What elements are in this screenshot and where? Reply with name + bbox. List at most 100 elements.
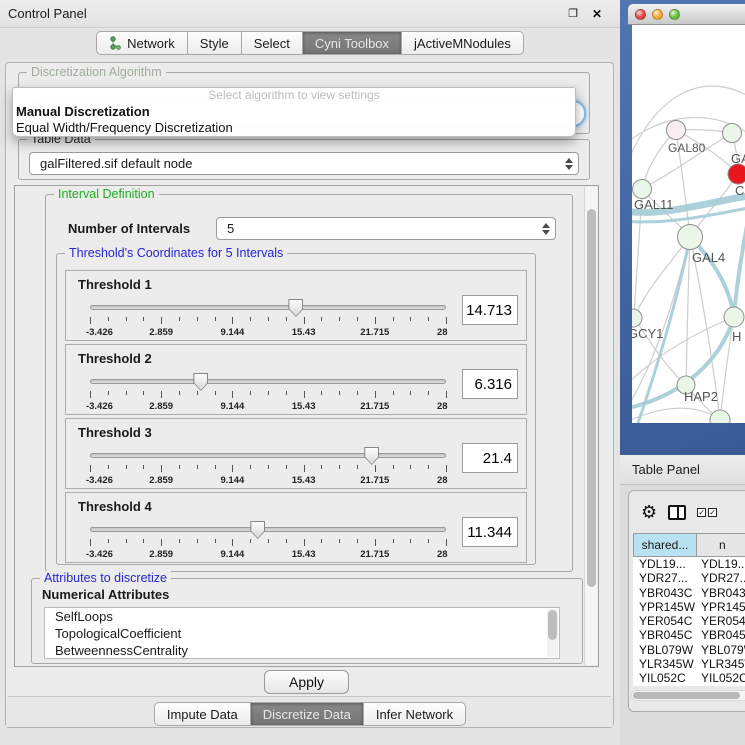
slider-tick [375,317,376,324]
threshold-4-value-field[interactable] [462,517,518,547]
threshold-1-slider[interactable]: -3.4262.8599.14415.4321.71528 [90,297,446,339]
tab-network[interactable]: Network [96,31,188,55]
slider-tick [286,539,287,543]
cell-name[interactable]: YER054C [697,614,745,628]
tab-jactivemnodules[interactable]: jActiveMNodules [402,31,524,55]
cell-shared-name[interactable]: YIL052C [633,671,697,685]
table-row[interactable]: YDR27...YDR27... [633,571,745,585]
network-edge[interactable] [690,237,734,317]
list-item[interactable]: BetweennessCentrality [45,642,559,659]
threshold-3-slider[interactable]: -3.4262.8599.14415.4321.71528 [90,445,446,487]
number-of-intervals-combobox[interactable]: 5 [216,217,556,240]
cell-shared-name[interactable]: YPR145W [633,600,697,614]
close-icon[interactable]: ✕ [590,7,604,21]
column-header-shared-name[interactable]: shared... [633,533,697,557]
threshold-4-slider[interactable]: -3.4262.8599.14415.4321.71528 [90,519,446,561]
close-traffic-light-icon[interactable] [635,9,646,20]
tab-infer-network-label: Infer Network [376,707,453,722]
cell-name[interactable]: YPR145W [697,600,745,614]
cell-name[interactable]: YBR045C [697,628,745,642]
tab-discretize-data[interactable]: Discretize Data [251,702,364,726]
slider-tick [428,465,429,469]
table-row[interactable]: YPR145WYPR145W [633,600,745,614]
apply-button[interactable]: Apply [264,670,349,694]
scrollbar-thumb[interactable] [587,209,596,587]
network-node[interactable] [724,307,744,327]
cell-shared-name[interactable]: YBR045C [633,628,697,642]
cell-shared-name[interactable]: YLR345W [633,657,697,671]
column-header-name[interactable]: n [697,533,745,557]
scrollbar-thumb[interactable] [633,692,740,699]
network-edge[interactable] [632,408,720,423]
network-node[interactable] [667,121,686,140]
cell-shared-name[interactable]: YBR043C [633,586,697,600]
cell-name[interactable]: YLR345W [697,657,745,671]
network-node[interactable] [632,309,642,327]
table-data-combobox[interactable]: galFiltered.sif default node [29,152,579,175]
columns-icon[interactable] [668,505,686,520]
cell-name[interactable]: YBR043C [697,586,745,600]
zoom-traffic-light-icon[interactable] [669,9,680,20]
threshold-3-value-field[interactable] [462,443,518,473]
cell-shared-name[interactable]: YDR27... [633,571,697,585]
cell-name[interactable]: YIL052C [697,671,745,685]
algorithm-option-equal-width[interactable]: Equal Width/Frequency Discretization [13,120,575,136]
tab-infer-network[interactable]: Infer Network [364,702,466,726]
cell-name[interactable]: YDL19... [697,557,745,571]
gear-icon[interactable]: ⚙ [641,503,657,521]
table-horizontal-scrollbar[interactable] [631,690,745,701]
slider-tick [428,317,429,321]
threshold-2-value-field[interactable] [462,369,518,399]
numerical-attributes-label: Numerical Attributes [42,587,169,602]
network-node[interactable] [710,410,730,423]
slider-thumb[interactable] [193,373,208,391]
slider-thumb[interactable] [288,299,303,317]
threshold-1-value-field[interactable] [462,295,518,325]
float-window-icon[interactable]: ❐ [566,7,580,21]
minimize-traffic-light-icon[interactable] [652,9,663,20]
cell-shared-name[interactable]: YDL19... [633,557,697,571]
list-item[interactable]: TopologicalCoefficient [45,625,559,642]
stepper-arrows-icon [560,158,578,170]
table-row[interactable]: YBR043CYBR043C [633,586,745,600]
network-node[interactable] [633,180,652,199]
slider-thumb[interactable] [364,447,379,465]
network-canvas[interactable]: GAL80GAL11GAL4GCY1HAP2GACH [632,25,745,423]
tab-select[interactable]: Select [242,31,303,55]
table-row[interactable]: YDL19...YDL19... [633,557,745,571]
slider-tick [232,539,233,546]
algorithm-option-manual[interactable]: Manual Discretization [13,104,575,120]
network-node[interactable] [678,225,703,250]
select-columns-icon[interactable]: ✓ ✓ [697,508,717,517]
slider-tick [232,391,233,398]
cell-shared-name[interactable]: YBL079W [633,643,697,657]
slider-tick [143,539,144,543]
tab-style[interactable]: Style [188,31,242,55]
numerical-attributes-list[interactable]: SelfLoops TopologicalCoefficient Between… [44,607,560,659]
slider-tick [161,391,162,398]
slider-tick [90,317,91,324]
list-item[interactable]: SelfLoops [45,608,559,625]
table-row[interactable]: YLR345WYLR345W [633,657,745,671]
slider-tick [428,539,429,543]
table-row[interactable]: YIL052CYIL052C [633,671,745,685]
slider-thumb[interactable] [250,521,265,539]
threshold-2-slider[interactable]: -3.4262.8599.14415.4321.71528 [90,371,446,413]
table-row[interactable]: YER054CYER054C [633,614,745,628]
cell-name[interactable]: YDR27... [697,571,745,585]
table-header-row: shared... n [633,533,745,557]
settings-scroll-area: Interval Definition Number of Intervals … [14,185,599,667]
network-node[interactable] [728,164,745,184]
slider-tick-label: 2.859 [149,549,173,560]
tab-cyni-toolbox[interactable]: Cyni Toolbox [303,31,402,55]
tab-impute-data[interactable]: Impute Data [154,702,251,726]
table-row[interactable]: YBR045CYBR045C [633,628,745,642]
cell-shared-name[interactable]: YER054C [633,614,697,628]
network-edge[interactable] [642,130,676,189]
settings-scrollbar[interactable] [584,187,597,665]
cell-name[interactable]: YBL079W [697,643,745,657]
slider-tick [393,539,394,543]
network-node[interactable] [723,124,742,143]
table-row[interactable]: YBL079WYBL079W [633,643,745,657]
list-scrollbar[interactable] [547,609,558,657]
